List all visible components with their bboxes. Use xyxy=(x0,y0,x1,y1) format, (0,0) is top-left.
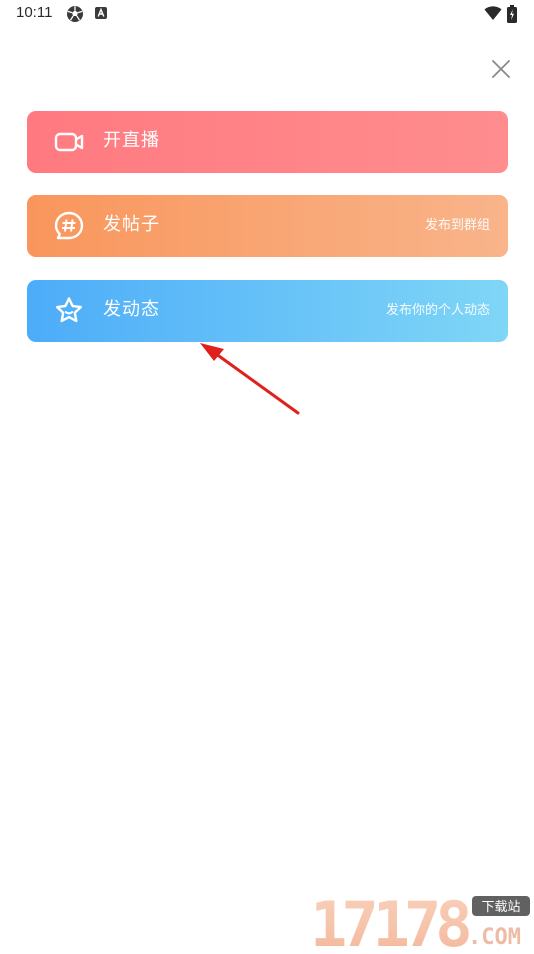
start-live-button[interactable]: 开直播 xyxy=(27,111,508,173)
create-post-subtitle: 发布到群组 xyxy=(424,218,490,233)
close-button[interactable] xyxy=(489,57,513,81)
svg-text:.COM: .COM xyxy=(468,925,521,950)
app-a-icon xyxy=(94,5,112,23)
hashtag-bubble-icon xyxy=(53,210,85,242)
status-time: 10:11 xyxy=(16,4,53,21)
post-moment-subtitle: 发布你的个人动态 xyxy=(385,303,490,318)
post-moment-label: 发动态 xyxy=(103,299,160,320)
create-post-button[interactable]: 发帖子 发布到群组 xyxy=(27,195,508,257)
red-arrow-icon xyxy=(190,335,310,425)
soccer-ball-icon xyxy=(66,5,84,23)
svg-text:17178: 17178 xyxy=(310,888,469,950)
star-face-icon xyxy=(53,295,85,327)
start-live-label: 开直播 xyxy=(103,130,160,151)
create-post-label: 发帖子 xyxy=(103,214,160,235)
close-icon xyxy=(492,60,510,78)
watermark-logo: 17178 下载站 .COM xyxy=(308,888,534,954)
video-camera-icon xyxy=(53,126,85,158)
status-bar: 10:11 xyxy=(0,0,534,28)
svg-text:下载站: 下载站 xyxy=(481,900,520,915)
battery-charging-icon xyxy=(507,5,525,23)
post-moment-button[interactable]: 发动态 发布你的个人动态 xyxy=(27,280,508,342)
wifi-icon xyxy=(484,5,502,23)
